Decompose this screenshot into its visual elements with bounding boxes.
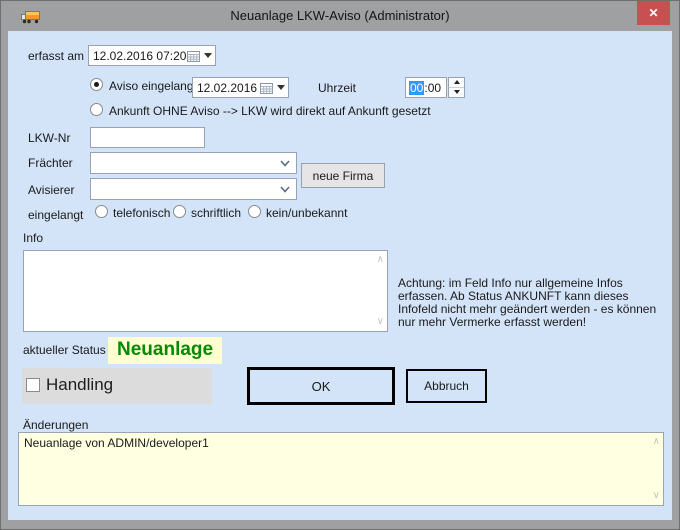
scroll-up-icon[interactable]: ∧ bbox=[377, 255, 384, 265]
dialog-window: Neuanlage LKW-Aviso (Administrator) ✕ er… bbox=[0, 0, 680, 530]
time-hours-selected[interactable]: 00 bbox=[409, 81, 424, 95]
radio-schriftlich-label: schriftlich bbox=[191, 206, 241, 220]
uhrzeit-time-field[interactable]: 00:00 bbox=[405, 77, 447, 98]
erfasst-am-value: 12.02.2016 07:20 bbox=[93, 49, 187, 63]
chevron-down-icon[interactable] bbox=[280, 186, 290, 193]
time-minutes[interactable]: :00 bbox=[424, 81, 441, 95]
erfasst-am-datetime-picker[interactable]: 12.02.2016 07:20 bbox=[88, 45, 216, 66]
dialog-content: erfasst am 12.02.2016 07:20 Aviso eingel… bbox=[8, 31, 672, 520]
avisierer-label: Avisierer bbox=[28, 183, 74, 197]
radio-kein-unbekannt[interactable] bbox=[248, 205, 261, 218]
fraechter-combobox[interactable] bbox=[90, 152, 297, 174]
radio-telefonisch[interactable] bbox=[95, 205, 108, 218]
calendar-icon bbox=[260, 82, 273, 94]
uhrzeit-label: Uhrzeit bbox=[318, 81, 356, 95]
aktueller-status-label: aktueller Status bbox=[23, 343, 106, 357]
aenderungen-value: Neuanlage von ADMIN/developer1 bbox=[24, 436, 209, 450]
status-badge: Neuanlage bbox=[108, 337, 222, 364]
neue-firma-button-label: neue Firma bbox=[313, 169, 374, 183]
radio-aviso-eingelangt-label: Aviso eingelangt bbox=[109, 79, 197, 93]
handling-checkbox[interactable] bbox=[26, 378, 40, 392]
scroll-down-icon[interactable]: ∨ bbox=[377, 317, 384, 327]
dropdown-arrow-icon[interactable] bbox=[277, 85, 285, 90]
aenderungen-label: Änderungen bbox=[23, 418, 88, 432]
spinner-up-icon[interactable] bbox=[449, 78, 464, 88]
lkw-nr-label: LKW-Nr bbox=[28, 131, 70, 145]
radio-kein-unbekannt-label: kein/unbekannt bbox=[266, 206, 347, 220]
chevron-down-icon[interactable] bbox=[280, 160, 290, 167]
scroll-down-icon[interactable]: ∨ bbox=[653, 491, 660, 501]
info-warning-text: Achtung: im Feld Info nur allgemeine Inf… bbox=[398, 277, 670, 329]
dropdown-arrow-icon[interactable] bbox=[204, 53, 212, 58]
erfasst-am-label: erfasst am bbox=[28, 49, 84, 63]
aviso-date-picker[interactable]: 12.02.2016 bbox=[192, 77, 289, 98]
abbruch-button-label: Abbruch bbox=[424, 379, 469, 393]
window-title: Neuanlage LKW-Aviso (Administrator) bbox=[1, 1, 679, 31]
ok-button[interactable]: OK bbox=[247, 367, 395, 405]
calendar-icon bbox=[187, 50, 200, 62]
scroll-up-icon[interactable]: ∧ bbox=[653, 437, 660, 447]
radio-telefonisch-label: telefonisch bbox=[113, 206, 170, 220]
abbruch-button[interactable]: Abbruch bbox=[406, 369, 487, 403]
aviso-date-value: 12.02.2016 bbox=[197, 81, 260, 95]
handling-panel: Handling bbox=[22, 368, 212, 404]
radio-ankunft-ohne-aviso[interactable] bbox=[90, 103, 103, 116]
spinner-down-icon[interactable] bbox=[449, 88, 464, 98]
fraechter-label: Frächter bbox=[28, 156, 73, 170]
aenderungen-textarea[interactable]: Neuanlage von ADMIN/developer1 ∧ ∨ bbox=[18, 432, 664, 506]
info-textarea[interactable]: ∧ ∨ bbox=[23, 250, 388, 332]
handling-label: Handling bbox=[46, 375, 113, 395]
lkw-nr-input[interactable] bbox=[90, 127, 205, 148]
title-bar[interactable]: Neuanlage LKW-Aviso (Administrator) ✕ bbox=[1, 1, 679, 31]
radio-schriftlich[interactable] bbox=[173, 205, 186, 218]
neue-firma-button[interactable]: neue Firma bbox=[301, 163, 385, 188]
info-label: Info bbox=[23, 231, 43, 245]
eingelangt-label: eingelangt bbox=[28, 208, 83, 222]
radio-ankunft-ohne-aviso-label: Ankunft OHNE Aviso --> LKW wird direkt a… bbox=[109, 104, 431, 118]
time-spinner bbox=[448, 77, 465, 98]
ok-button-label: OK bbox=[312, 379, 331, 394]
close-icon[interactable]: ✕ bbox=[637, 1, 670, 25]
avisierer-combobox[interactable] bbox=[90, 178, 297, 200]
radio-aviso-eingelangt[interactable] bbox=[90, 78, 103, 91]
